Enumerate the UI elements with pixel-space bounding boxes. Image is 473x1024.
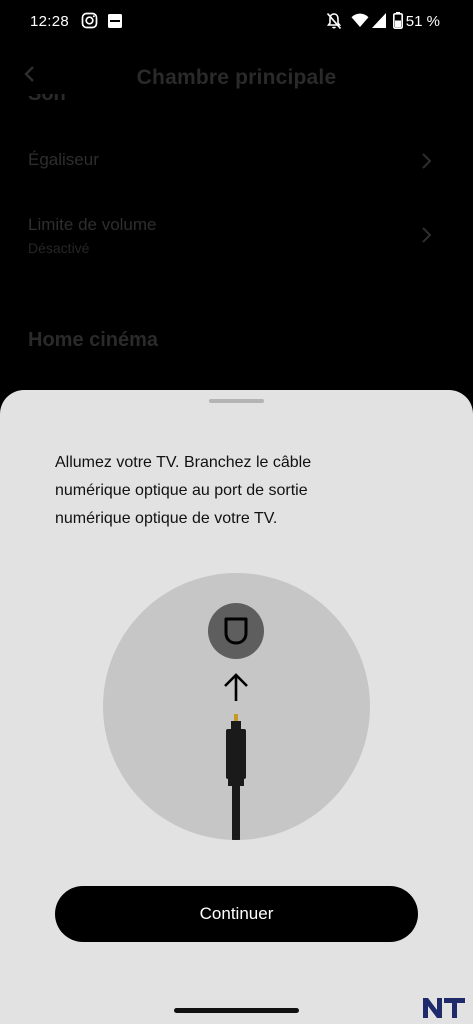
bottom-sheet: Allumez votre TV. Branchez le câble numé… <box>0 390 473 1024</box>
instruction-text: Allumez votre TV. Branchez le câble numé… <box>55 454 312 527</box>
battery-percentage: 51 % <box>405 13 440 30</box>
section-heading-home-cinema: Home cinéma <box>28 329 159 351</box>
equalizer-row-label[interactable]: Égaliseur <box>28 150 99 170</box>
instagram-icon <box>81 12 98 29</box>
home-indicator[interactable] <box>174 1008 299 1013</box>
port-circle <box>208 603 264 659</box>
status-time: 12:28 <box>30 13 70 30</box>
background-screen: Chambre principale Son Égaliseur Limite … <box>0 44 473 444</box>
chevron-right-icon[interactable] <box>420 152 432 170</box>
drag-handle[interactable] <box>209 399 264 403</box>
optical-cable-icon <box>226 714 246 840</box>
section-heading-son: Son <box>28 94 66 107</box>
screen-title: Chambre principale <box>136 66 337 89</box>
arrow-up-icon <box>224 673 248 701</box>
watermark-logo <box>423 998 465 1018</box>
volume-limit-status: Désactivé <box>28 240 90 256</box>
bell-off-icon <box>326 12 342 30</box>
optical-port-icon <box>224 617 248 645</box>
section-heading-son-text: Son <box>28 94 66 105</box>
illustration-circle <box>103 573 370 840</box>
volume-limit-row-label[interactable]: Limite de volume <box>28 215 157 235</box>
notification-app-icon <box>108 14 122 28</box>
battery-icon <box>393 12 403 29</box>
status-bar: 12:28 51 % <box>0 0 473 44</box>
continue-button[interactable]: Continuer <box>55 886 418 942</box>
signal-icon <box>372 13 386 28</box>
wifi-icon <box>351 13 369 27</box>
chevron-right-icon[interactable] <box>420 226 432 244</box>
